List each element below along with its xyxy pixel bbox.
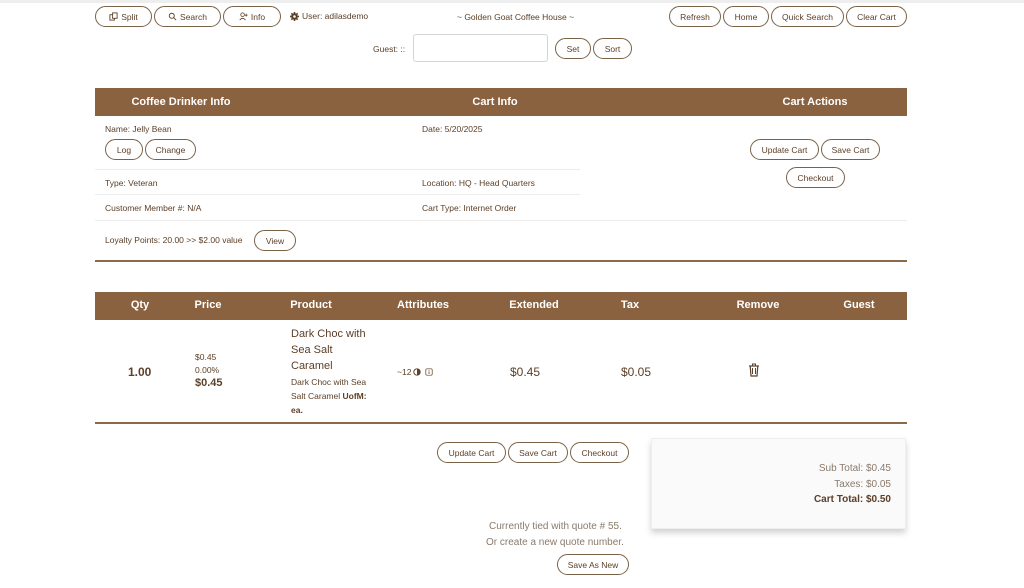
customer-name: Name: Jelly Bean	[105, 124, 172, 134]
search-icon	[168, 12, 177, 21]
column-header: Qty	[130, 299, 150, 311]
top-border	[0, 0, 1024, 3]
divider	[95, 220, 907, 221]
cart-type: Cart Type: Internet Order	[422, 203, 517, 213]
column-header: Guest	[843, 299, 875, 311]
column-header: Tax	[620, 299, 640, 311]
uofm-label: UofM:	[342, 391, 367, 401]
item-discount: 0.00%	[195, 365, 220, 375]
cart-summary-box: Sub Total: $0.45 Taxes: $0.05 Cart Total…	[651, 438, 906, 529]
info-header-bar: Coffee Drinker Info Cart Info Cart Actio…	[95, 88, 907, 116]
guest-set-button[interactable]: Set	[555, 38, 591, 59]
product-description-line: Dark Choc with Sea	[291, 377, 367, 387]
product-description: Dark Choc with Sea Salt Caramel UofM: ea…	[291, 375, 367, 417]
info-button[interactable]: Info	[223, 6, 281, 27]
update-cart-button-bottom[interactable]: Update Cart	[437, 442, 506, 463]
table-bottom-separator	[95, 422, 907, 424]
change-button[interactable]: Change	[145, 139, 196, 160]
search-label: Search	[180, 11, 207, 22]
checkout-button-top[interactable]: Checkout	[786, 167, 845, 188]
divider	[95, 169, 580, 170]
cart-actions-heading: Cart Actions	[782, 96, 848, 108]
divider	[95, 194, 580, 195]
quick-search-button[interactable]: Quick Search	[771, 6, 844, 27]
product-unit: ea.	[291, 405, 303, 415]
item-attributes: ~12	[397, 367, 433, 377]
home-button[interactable]: Home	[723, 6, 769, 27]
refresh-button[interactable]: Refresh	[669, 6, 721, 27]
clear-cart-button[interactable]: Clear Cart	[846, 6, 907, 27]
info-icon[interactable]	[425, 368, 433, 376]
checkout-button-bottom[interactable]: Checkout	[570, 442, 629, 463]
gear-icon	[290, 11, 299, 21]
split-button[interactable]: Split	[95, 6, 152, 27]
coffee-drinker-info-heading: Coffee Drinker Info	[131, 96, 231, 108]
save-cart-button-bottom[interactable]: Save Cart	[508, 442, 568, 463]
item-qty: 1.00	[128, 365, 152, 379]
item-tax: $0.05	[621, 365, 652, 379]
log-button[interactable]: Log	[105, 139, 143, 160]
cart-date: Date: 5/20/2025	[422, 124, 483, 134]
search-button[interactable]: Search	[154, 6, 221, 27]
split-icon	[109, 12, 118, 21]
user-indicator: User: adilasdemo	[290, 11, 368, 21]
taxes: Taxes: $0.05	[834, 479, 891, 490]
quote-new-text: Or create a new quote number.	[486, 537, 624, 548]
subtotal: Sub Total: $0.45	[818, 463, 891, 474]
product-name-line: Caramel	[291, 360, 333, 372]
cart-location: Location: HQ - Head Quarters	[422, 178, 535, 188]
item-unit-price: $0.45	[195, 352, 217, 362]
items-table-header: Qty Price Product Attributes Extended Ta…	[95, 292, 907, 320]
loyalty-view-button[interactable]: View	[254, 230, 296, 251]
store-name: ~ Golden Goat Coffee House ~	[457, 12, 575, 22]
loyalty-points: Loyalty Points: 20.00 >> $2.00 value	[105, 235, 243, 245]
trash-icon[interactable]	[748, 363, 760, 377]
cart-total: Cart Total: $0.50	[813, 494, 891, 505]
column-header: Extended	[509, 299, 559, 311]
item-final-price: $0.45	[195, 377, 223, 389]
cart-info-heading: Cart Info	[472, 96, 518, 108]
customer-type: Type: Veteran	[105, 178, 158, 188]
product-name-line: Sea Salt	[291, 344, 333, 356]
product-name-line: Dark Choc with	[291, 328, 366, 340]
guest-input[interactable]	[413, 34, 548, 62]
column-header: Attributes	[397, 299, 449, 311]
customer-member-number: Customer Member #: N/A	[105, 203, 202, 213]
quote-tied-text: Currently tied with quote # 55.	[489, 521, 622, 532]
section-separator	[95, 260, 907, 262]
update-cart-button-top[interactable]: Update Cart	[750, 139, 819, 160]
column-header: Product	[290, 299, 332, 311]
add-user-icon	[239, 12, 248, 21]
description-text: Salt Caramel	[291, 391, 343, 401]
guest-label: Guest: ::	[373, 44, 406, 54]
product-name: Dark Choc with Sea Salt Caramel	[291, 326, 366, 374]
split-label: Split	[121, 11, 138, 22]
item-extended: $0.45	[510, 365, 541, 379]
contrast-icon[interactable]	[413, 368, 422, 376]
column-header: Price	[194, 299, 222, 311]
save-cart-button-top[interactable]: Save Cart	[821, 139, 880, 160]
product-description-line: Salt Caramel UofM:	[291, 389, 367, 403]
save-as-new-button[interactable]: Save As New	[557, 554, 629, 575]
column-header: Remove	[736, 299, 780, 311]
attribute-text: ~12	[397, 367, 412, 377]
guest-sort-button[interactable]: Sort	[593, 38, 632, 59]
user-text: User: adilasdemo	[302, 11, 369, 21]
info-label: Info	[250, 11, 266, 22]
